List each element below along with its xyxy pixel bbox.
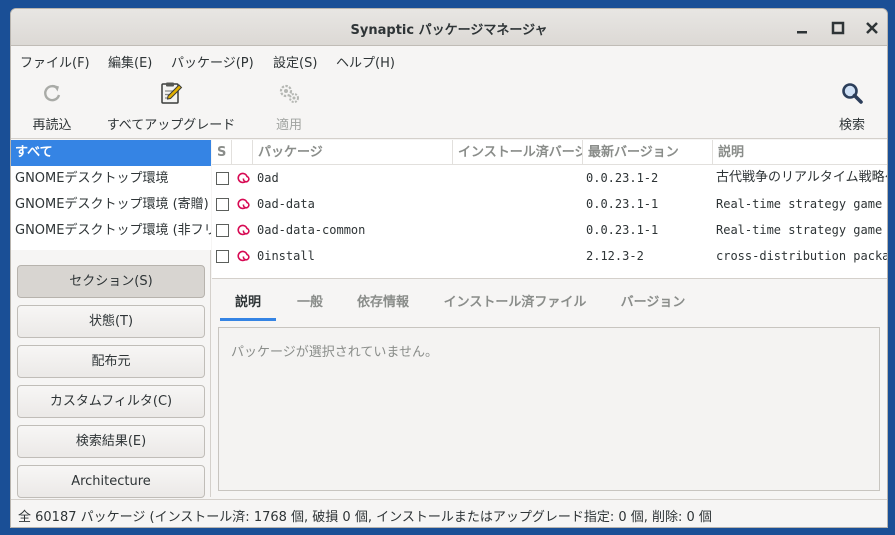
synaptic-window: Synaptic パッケージマネージャ ファイル(F) 編集(E) パッケージ(… [10,8,888,528]
row-checkbox[interactable] [216,224,229,237]
menu-file[interactable]: ファイル(F) [20,52,90,71]
table-row[interactable]: 0install 2.12.3-2 cross-distribution pac… [212,243,887,269]
status-button[interactable]: 状態(T) [17,305,205,338]
upgrade-clipboard-icon [161,82,183,104]
architecture-button[interactable]: Architecture [17,465,205,498]
row-checkbox[interactable] [216,250,229,263]
package-description: Real-time strategy game of ancient warfa… [716,223,887,237]
search-results-button[interactable]: 検索結果(E) [17,425,205,458]
tab-description[interactable]: 説明 [220,285,276,321]
row-checkbox[interactable] [216,172,229,185]
gears-icon [279,84,299,103]
debian-swirl-icon [237,172,250,184]
column-status[interactable]: S [212,140,232,165]
filter-list: すべて GNOMEデスクトップ環境 GNOMEデスクトップ環境 (寄贈) GNO… [11,140,211,250]
package-description: Real-time strategy game of ancient warfa… [716,197,887,211]
details-tabs: 説明 一般 依存情報 インストール済ファイル バージョン [220,285,880,321]
status-text: 全 60187 パッケージ (インストール済: 1768 個, 破損 0 個, … [18,510,712,525]
description-text-area[interactable]: パッケージが選択されていません。 [218,327,880,491]
package-name: 0ad-data [257,197,315,211]
search-label: 検索 [838,118,865,133]
close-button[interactable] [862,18,882,38]
menu-settings[interactable]: 設定(S) [273,52,317,71]
column-installed-version[interactable]: インストール済バージョン [453,140,583,165]
tab-versions[interactable]: バージョン [616,285,690,321]
maximize-icon [831,21,845,35]
row-checkbox[interactable] [216,198,229,211]
installed-version [458,191,578,217]
filter-item-gnome[interactable]: GNOMEデスクトップ環境 [11,166,211,192]
latest-version: 2.12.3-2 [586,249,644,263]
latest-version: 0.0.23.1-2 [586,171,659,185]
filter-item-gnome-nonfree[interactable]: GNOMEデスクトップ環境 (非フリー) [11,218,211,244]
apply-button[interactable]: 適用 [273,81,305,133]
menu-bar: ファイル(F) 編集(E) パッケージ(P) 設定(S) ヘルプ(H) [11,46,887,73]
status-bar: 全 60187 パッケージ (インストール済: 1768 個, 破損 0 個, … [11,499,887,527]
table-header: S パッケージ インストール済バージョン 最新バージョン 説明 [212,140,887,165]
tab-general[interactable]: 一般 [290,285,330,321]
package-details-pane: 説明 一般 依存情報 インストール済ファイル バージョン パッケージが選択されて… [212,285,887,497]
search-icon [842,83,863,104]
mark-all-upgrades-button[interactable]: すべてアップグレード [106,81,236,133]
reload-button[interactable]: 再読込 [31,81,73,133]
close-icon [866,22,878,34]
package-name: 0ad-data-common [257,223,366,237]
table-row[interactable]: 0ad-data 0.0.23.1-1 Real-time strategy g… [212,191,887,217]
custom-filters-button[interactable]: カスタムフィルタ(C) [17,385,205,418]
tab-installed-files[interactable]: インストール済ファイル [440,285,590,321]
search-button[interactable]: 検索 [837,81,867,133]
column-description[interactable]: 説明 [713,140,887,165]
reload-icon [44,84,61,102]
package-name: 0install [257,249,315,263]
minimize-button[interactable] [792,18,812,38]
toolbar: 再読込 すべてアップグレード 適用 検索 [11,73,887,139]
installed-version [458,217,578,243]
column-latest-version[interactable]: 最新バージョン [583,140,713,165]
column-package[interactable]: パッケージ [253,140,453,165]
origin-button[interactable]: 配布元 [17,345,205,378]
table-row[interactable]: 0ad-data-common 0.0.23.1-1 Real-time str… [212,217,887,243]
menu-help[interactable]: ヘルプ(H) [336,52,395,71]
installed-version [458,243,578,269]
sections-button[interactable]: セクション(S) [17,265,205,298]
apply-label: 適用 [275,118,302,133]
reload-label: 再読込 [32,118,72,133]
mark-all-upgrades-label: すべてアップグレード [106,118,236,133]
latest-version: 0.0.23.1-1 [586,223,659,237]
no-package-selected-message: パッケージが選択されていません。 [231,345,438,360]
package-table: S パッケージ インストール済バージョン 最新バージョン 説明 0ad 0.0.… [212,140,887,279]
maximize-button[interactable] [828,18,848,38]
package-description: cross-distribution packaging system [716,249,887,263]
filter-pane: すべて GNOMEデスクトップ環境 GNOMEデスクトップ環境 (寄贈) GNO… [11,140,211,498]
filter-item-gnome-contrib[interactable]: GNOMEデスクトップ環境 (寄贈) [11,192,211,218]
debian-swirl-icon [237,198,250,210]
latest-version: 0.0.23.1-1 [586,197,659,211]
tab-dependencies[interactable]: 依存情報 [348,285,418,321]
table-row[interactable]: 0ad 0.0.23.1-2 古代戦争のリアルタイム戦略ゲーム [212,165,887,191]
window-title: Synaptic パッケージマネージャ [350,23,548,38]
package-description: 古代戦争のリアルタイム戦略ゲーム [716,170,887,185]
debian-swirl-icon [237,250,250,262]
installed-version [458,165,578,191]
minimize-icon [797,31,807,34]
menu-package[interactable]: パッケージ(P) [171,52,254,71]
column-icon[interactable] [232,140,253,165]
title-bar[interactable]: Synaptic パッケージマネージャ [11,9,887,46]
package-name: 0ad [257,171,279,185]
menu-edit[interactable]: 編集(E) [108,52,152,71]
filter-item-all[interactable]: すべて [11,140,211,166]
debian-swirl-icon [237,224,250,236]
